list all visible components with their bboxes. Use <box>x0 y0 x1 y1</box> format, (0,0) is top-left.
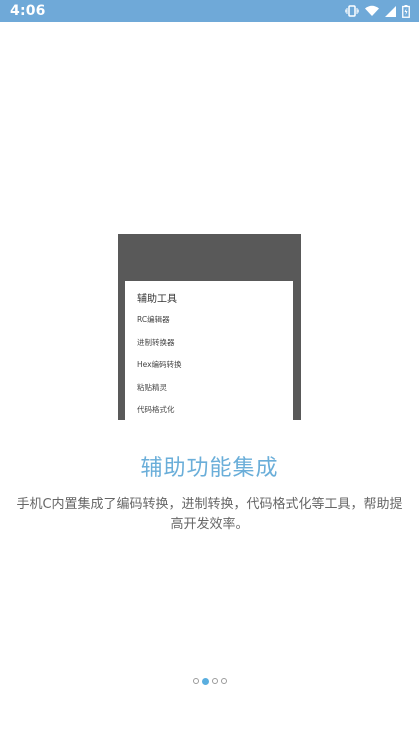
page-dot[interactable] <box>220 678 227 684</box>
status-bar: 4:06 <box>0 0 419 22</box>
status-icons <box>345 4 410 18</box>
page-dot[interactable] <box>211 678 218 684</box>
feature-preview-image: 辅助工具 RC编辑器 进制转换器 Hex编码转换 粘贴精灵 代码格式化 <box>118 234 301 420</box>
page-dot[interactable] <box>192 678 199 684</box>
vibrate-icon <box>345 5 359 17</box>
preview-tools-list: RC编辑器 进制转换器 Hex编码转换 粘贴精灵 代码格式化 <box>137 314 182 420</box>
preview-tool-item: 代码格式化 <box>137 405 175 414</box>
wifi-icon <box>365 5 379 17</box>
preview-tools-panel: 辅助工具 RC编辑器 进制转换器 Hex编码转换 粘贴精灵 代码格式化 <box>125 281 293 420</box>
feature-title: 辅助功能集成 <box>140 456 279 481</box>
signal-icon <box>385 5 396 17</box>
preview-tool-item: RC编辑器 <box>137 315 170 324</box>
preview-tool-item: 粘贴精灵 <box>137 382 167 392</box>
battery-icon <box>402 4 410 18</box>
page-dot-active[interactable] <box>201 678 209 685</box>
preview-tool-item: Hex编码转换 <box>137 360 182 369</box>
preview-tool-item: 进制转换器 <box>137 337 175 347</box>
status-time: 4:06 <box>10 3 46 19</box>
feature-description: 手机C内置集成了编码转换，进制转换，代码格式化等工具，帮助提高开发效率。 <box>16 497 403 532</box>
preview-panel-title: 辅助工具 <box>137 294 177 305</box>
page-indicator <box>0 678 419 685</box>
